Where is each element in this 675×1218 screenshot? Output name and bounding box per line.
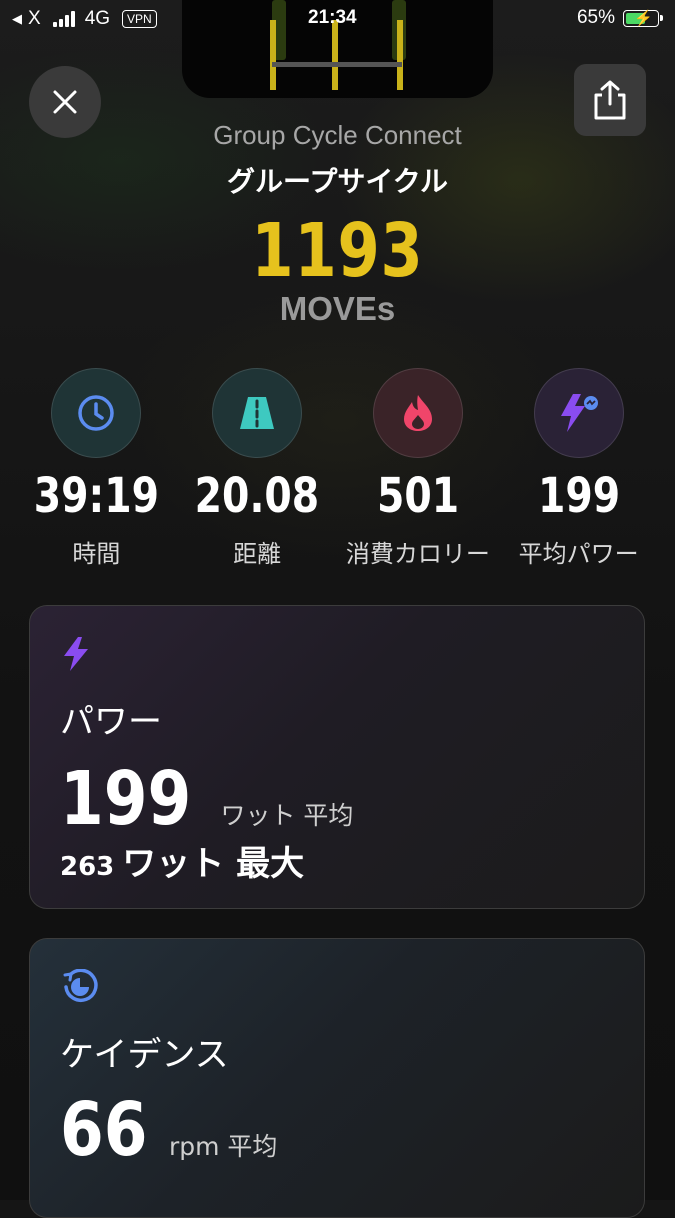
lightning-icon: [62, 636, 90, 676]
close-icon: [53, 90, 77, 114]
power-avg-unit: ワット 平均: [220, 801, 354, 830]
stat-label: 距離: [233, 540, 282, 568]
class-name: グループサイクル: [227, 165, 448, 198]
power-max-value: 263: [60, 852, 115, 882]
road-icon: [212, 368, 303, 458]
stat-value: 199: [537, 468, 620, 524]
flame-icon: [372, 368, 463, 458]
stat-value: 39:19: [33, 468, 160, 524]
stat-distance: 20.08 距離: [177, 368, 338, 569]
status-right: 65% ⚡: [576, 7, 663, 29]
stat-label: 消費カロリー: [345, 540, 490, 568]
stat-label: 時間: [72, 540, 121, 568]
power-max-unit: ワット 最大: [122, 844, 305, 884]
stat-avg-power: 199 平均パワー: [498, 368, 659, 569]
cadence-card[interactable]: ケイデンス 66 rpm 平均: [29, 938, 645, 1218]
cadence-title: ケイデンス: [60, 1035, 229, 1075]
back-app-label[interactable]: X: [28, 8, 41, 30]
clock-icon: [51, 368, 142, 458]
network-label: 4G: [84, 8, 111, 29]
moves-label: MOVEs: [279, 290, 396, 327]
share-icon: [594, 80, 626, 120]
power-average: 199 ワット 平均: [60, 756, 353, 842]
status-bar: ◀ X 4G VPN 21:34 65% ⚡: [0, 0, 675, 38]
stat-time: 39:19 時間: [16, 368, 177, 569]
stat-calories: 501 消費カロリー: [338, 368, 499, 569]
charging-bolt-icon: ⚡: [634, 9, 653, 27]
vpn-badge: VPN: [122, 10, 157, 28]
cadence-average: 66 rpm 平均: [60, 1087, 277, 1173]
stat-value: 501: [376, 468, 459, 524]
power-max: 263 ワット 最大: [60, 836, 304, 885]
status-left: ◀ X 4G VPN: [12, 8, 157, 30]
power-title: パワー: [60, 702, 162, 742]
app-name: Group Cycle Connect: [213, 120, 462, 150]
clock-time: 21:34: [308, 7, 357, 28]
power-bolt-icon: [533, 368, 624, 458]
signal-icon: [52, 11, 75, 27]
battery-percent: 65%: [576, 7, 615, 28]
cadence-gauge-icon: [62, 968, 98, 1009]
cadence-avg-value: 66: [60, 1087, 148, 1173]
power-card[interactable]: パワー 199 ワット 平均 263 ワット 最大: [29, 605, 645, 909]
summary-stats: 39:19 時間 20.08 距離 501 消費カロリー 199 平均パワー: [16, 368, 659, 569]
stat-label: 平均パワー: [518, 540, 639, 568]
cadence-avg-unit: rpm 平均: [168, 1132, 278, 1161]
battery-icon: ⚡: [623, 9, 663, 27]
bike-bar: [272, 62, 402, 67]
moves-value: 1193: [251, 208, 424, 294]
back-arrow-icon[interactable]: ◀: [12, 11, 22, 27]
stat-value: 20.08: [194, 468, 320, 524]
power-avg-value: 199: [60, 756, 192, 842]
